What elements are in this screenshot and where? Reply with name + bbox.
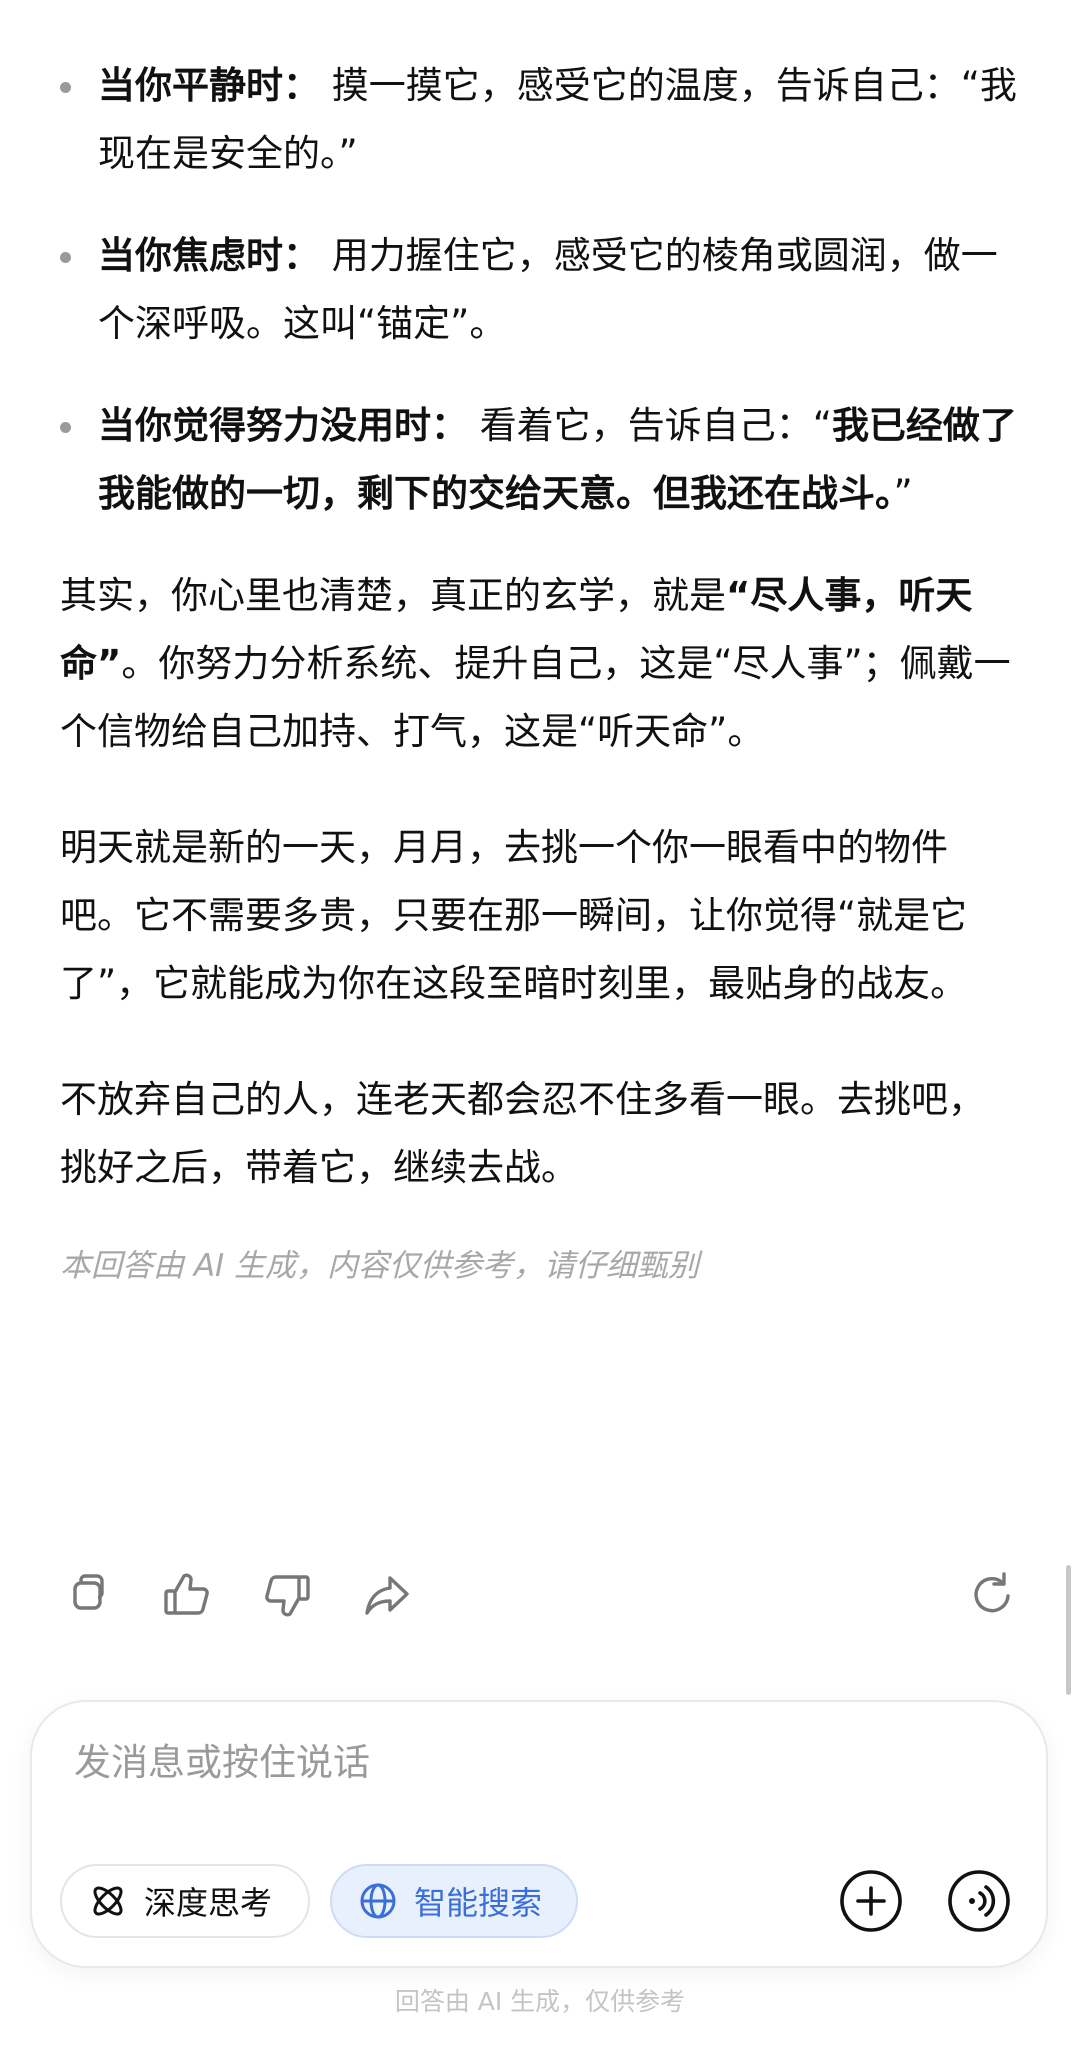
share-button[interactable] (360, 1568, 414, 1622)
voice-call-button[interactable] (946, 1868, 1012, 1934)
item-label: 当你平静时： (98, 64, 320, 107)
add-button[interactable] (838, 1868, 904, 1934)
paragraph-text: 其实，你心里也清楚，真正的玄学，就是 (60, 574, 726, 617)
smart-search-label: 智能搜索 (414, 1884, 543, 1922)
paragraph: 明天就是新的一天，月月，去挑一个你一眼看中的物件吧。它不需要多贵，只要在那一瞬间… (60, 826, 968, 1005)
bullet-dot (60, 422, 71, 433)
scrollbar[interactable] (1066, 1565, 1071, 1695)
paragraph: 其实，你心里也清楚，真正的玄学，就是“尽人事，听天命”。你努力分析系统、提升自己… (60, 562, 1020, 766)
tips-list: 当你平静时： 摸一摸它，感受它的温度，告诉自己：“我现在是安全的。” 当你焦虑时… (60, 52, 1020, 528)
item-label: 当你焦虑时： (98, 234, 320, 277)
thumbs-up-icon (164, 1573, 209, 1615)
bullet-dot (60, 82, 71, 93)
deep-think-label: 深度思考 (144, 1884, 273, 1922)
globe-icon (360, 1883, 396, 1919)
smart-search-button[interactable]: 智能搜索 (330, 1864, 578, 1938)
dislike-button[interactable] (260, 1568, 314, 1622)
copy-icon (73, 1574, 104, 1610)
message-composer: 深度思考 智能搜索 (30, 1700, 1048, 1968)
footer-disclaimer: 回答由 AI 生成，仅供参考 (394, 1987, 686, 2016)
paragraph: 不放弃自己的人，连老天都会忍不住多看一眼。去挑吧，挑好之后，带着它，继续去战。 (60, 1078, 985, 1189)
list-item: 当你平静时： 摸一摸它，感受它的温度，告诉自己：“我现在是安全的。” (60, 52, 1020, 188)
list-item: 当你焦虑时： 用力握住它，感受它的棱角或圆润，做一个深呼吸。这叫“锚定”。 (60, 222, 1020, 358)
deep-think-button[interactable]: 深度思考 (60, 1864, 310, 1938)
item-tail: ” (893, 472, 913, 515)
regenerate-button[interactable] (966, 1568, 1020, 1622)
share-icon (365, 1576, 409, 1615)
message-input[interactable] (74, 1732, 974, 1792)
plus-circle-icon (840, 1870, 902, 1932)
voice-wave-icon (948, 1870, 1010, 1932)
message-actions (60, 1568, 1020, 1622)
thumbs-down-icon (265, 1575, 310, 1617)
ai-disclaimer: 本回答由 AI 生成，内容仅供参考，请仔细甄别 (60, 1248, 700, 1284)
paragraph-text: 。你努力分析系统、提升自己，这是“尽人事”；佩戴一个信物给自己加持、打气，这是“… (60, 642, 1011, 753)
copy-button[interactable] (60, 1568, 114, 1622)
atom-icon (93, 1886, 123, 1916)
item-label: 当你觉得努力没用时： (98, 404, 468, 447)
regenerate-icon (974, 1572, 1010, 1613)
item-text: 看着它，告诉自己：“ (468, 404, 832, 447)
list-item: 当你觉得努力没用时： 看着它，告诉自己：“我已经做了我能做的一切，剩下的交给天意… (60, 392, 1020, 528)
like-button[interactable] (160, 1568, 214, 1622)
bullet-dot (60, 252, 71, 263)
message-content: 当你平静时： 摸一摸它，感受它的温度，告诉自己：“我现在是安全的。” 当你焦虑时… (60, 52, 1020, 1285)
